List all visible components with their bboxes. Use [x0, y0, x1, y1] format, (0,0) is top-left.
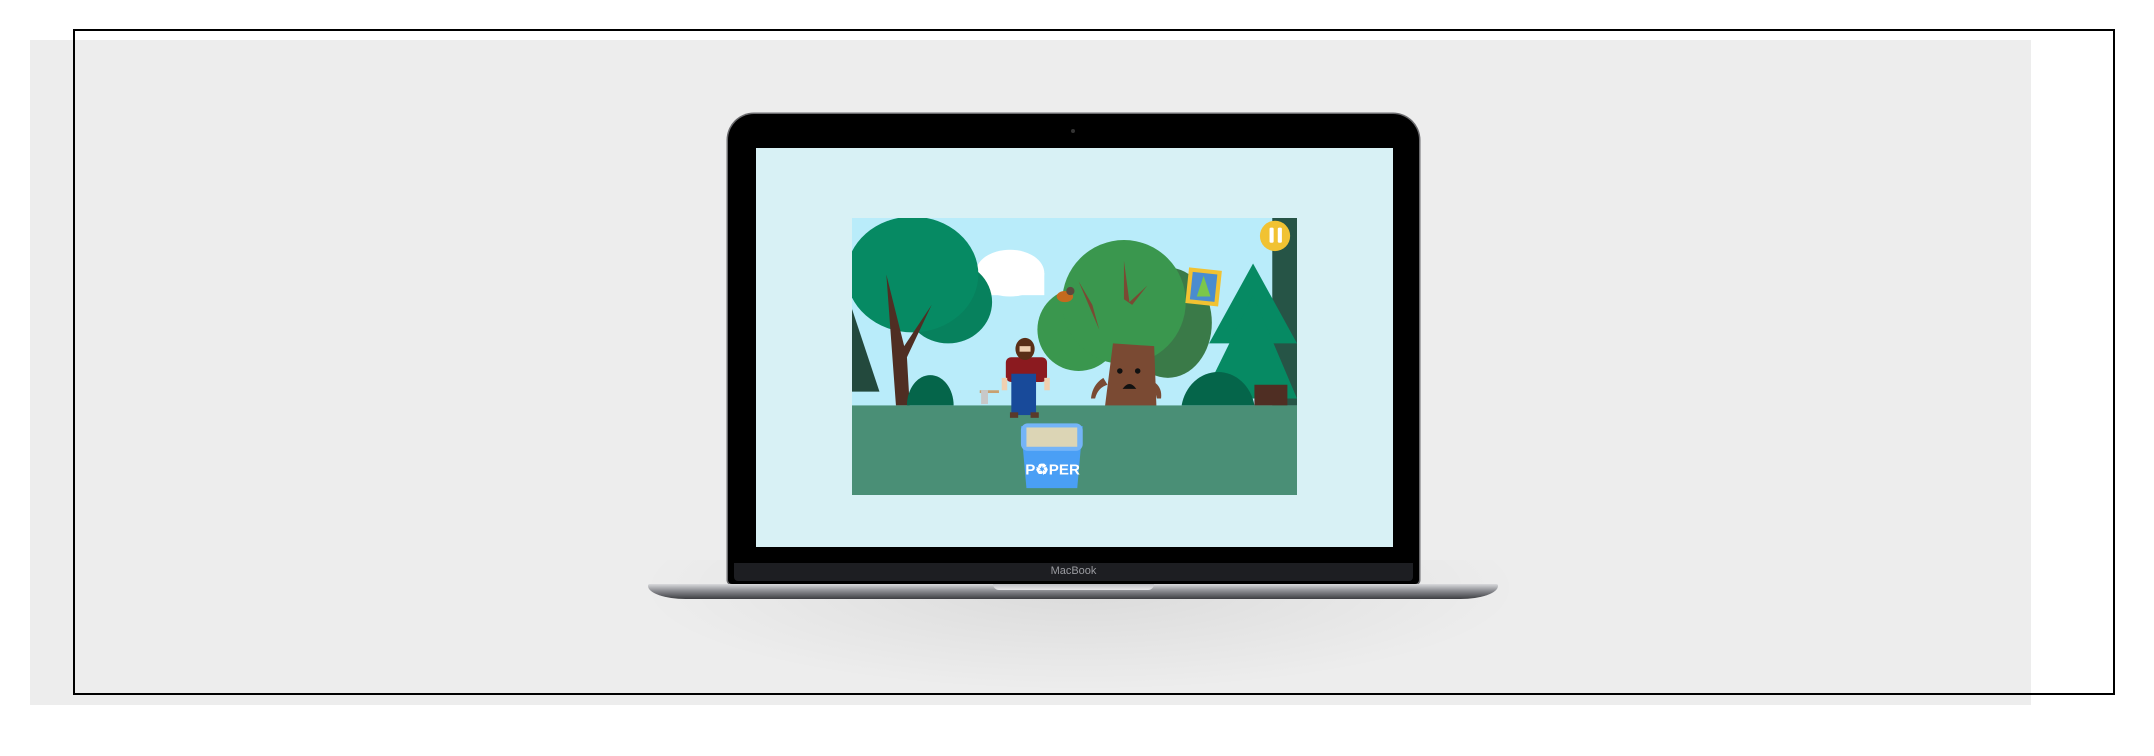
- laptop-notch: [993, 584, 1154, 590]
- laptop-screen: P♻PER: [756, 148, 1393, 547]
- brand-label: MacBook: [1050, 565, 1097, 577]
- laptop-lid: P♻PER MacBook: [728, 114, 1419, 584]
- pause-button[interactable]: [1259, 220, 1291, 252]
- bin-label: P♻PER: [1025, 461, 1080, 478]
- game-canvas[interactable]: P♻PER: [852, 218, 1297, 495]
- picture-frame: [1185, 267, 1222, 307]
- paper-bin[interactable]: P♻PER: [1020, 423, 1083, 489]
- pine-trunk: [1254, 384, 1288, 406]
- laptop-base: [648, 584, 1498, 599]
- laptop-chin: MacBook: [734, 563, 1413, 581]
- camera-icon: [1071, 129, 1075, 133]
